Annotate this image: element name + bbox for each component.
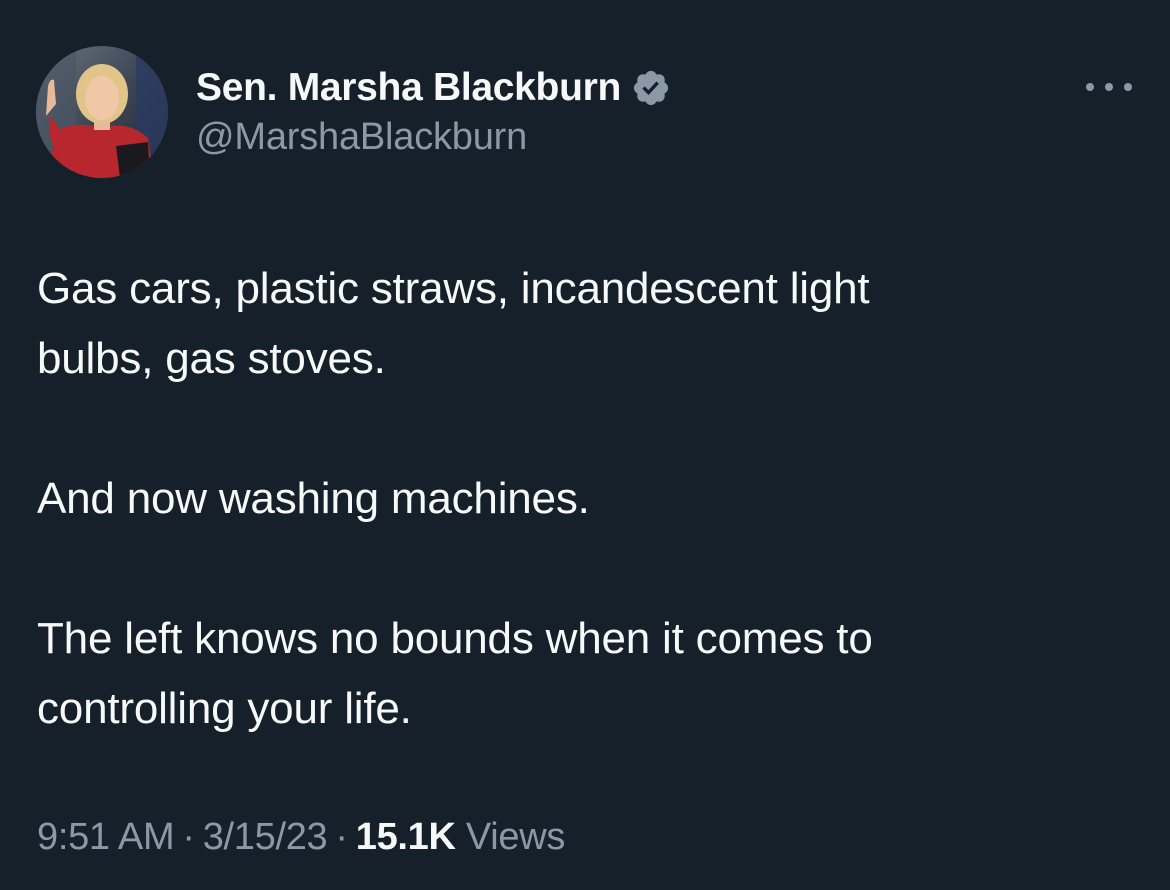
tweet-date[interactable]: 3/15/23 xyxy=(203,816,328,858)
tweet-paragraph: And now washing machines. xyxy=(37,464,1097,534)
tweet-line: controlling your life. xyxy=(37,684,412,733)
tweet-line: The left knows no bounds when it comes t… xyxy=(37,614,873,663)
tweet-metadata: 9:51 AM · 3/15/23 · 15.1K Views xyxy=(37,816,565,859)
tweet-time[interactable]: 9:51 AM xyxy=(37,816,175,858)
tweet-paragraph: The left knows no bounds when it comes t… xyxy=(37,604,1097,744)
views-count[interactable]: 15.1K xyxy=(356,816,456,858)
author-handle[interactable]: @MarshaBlackburn xyxy=(196,116,527,159)
more-dot-icon xyxy=(1105,83,1113,91)
more-dot-icon xyxy=(1124,83,1132,91)
tweet-card: Sen. Marsha Blackburn @MarshaBlackburn G… xyxy=(0,0,1170,890)
avatar-photo xyxy=(36,46,168,178)
avatar[interactable] xyxy=(36,46,168,178)
author-name-row[interactable]: Sen. Marsha Blackburn xyxy=(196,62,671,114)
tweet-line: And now washing machines. xyxy=(37,474,590,523)
meta-separator: · xyxy=(182,816,195,858)
tweet-line: bulbs, gas stoves. xyxy=(37,334,386,383)
views-label[interactable]: Views xyxy=(466,816,565,858)
more-options-button[interactable] xyxy=(1086,74,1132,100)
tweet-text: Gas cars, plastic straws, incandescent l… xyxy=(37,254,1097,744)
author-display-name[interactable]: Sen. Marsha Blackburn xyxy=(196,66,621,110)
meta-separator: · xyxy=(335,816,348,858)
verified-badge-icon xyxy=(633,70,669,106)
tweet-line: Gas cars, plastic straws, incandescent l… xyxy=(37,264,870,313)
tweet-paragraph: Gas cars, plastic straws, incandescent l… xyxy=(37,254,1097,394)
more-dot-icon xyxy=(1086,83,1094,91)
